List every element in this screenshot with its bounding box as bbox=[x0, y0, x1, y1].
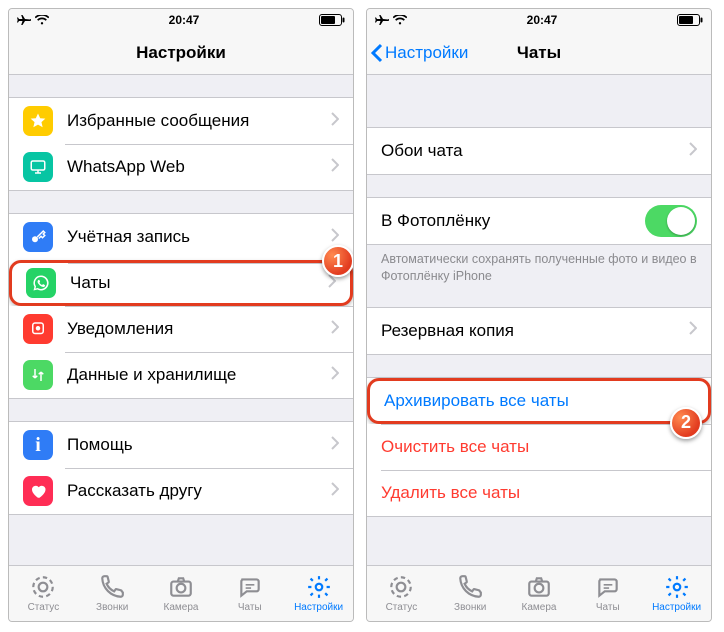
airplane-icon bbox=[375, 14, 389, 26]
row-label: В Фотоплёнку bbox=[381, 211, 645, 231]
phone-chats-settings: 20:47 Настройки Чаты Обои чата В Фотоплё… bbox=[366, 8, 712, 622]
chevron-right-icon bbox=[331, 482, 339, 501]
row-clear-all[interactable]: Очистить все чаты bbox=[367, 424, 711, 470]
tab-settings[interactable]: Настройки bbox=[642, 566, 711, 621]
tabbar: Статус Звонки Камера Чаты Настройки bbox=[367, 565, 711, 621]
tab-camera[interactable]: Камера bbox=[505, 566, 574, 621]
chevron-right-icon bbox=[331, 112, 339, 131]
monitor-icon bbox=[23, 152, 53, 182]
info-icon: i bbox=[23, 430, 53, 460]
navbar: Настройки bbox=[9, 31, 353, 75]
camera-roll-note: Автоматически сохранять полученные фото … bbox=[367, 245, 711, 285]
tab-chats[interactable]: Чаты bbox=[573, 566, 642, 621]
row-chats[interactable]: Чаты 1 bbox=[9, 260, 353, 306]
row-starred[interactable]: Избранные сообщения bbox=[9, 98, 353, 144]
tabbar: Статус Звонки Камера Чаты Настройки bbox=[9, 565, 353, 621]
tab-settings[interactable]: Настройки bbox=[284, 566, 353, 621]
row-account[interactable]: Учётная запись bbox=[9, 214, 353, 260]
row-label: WhatsApp Web bbox=[67, 157, 331, 177]
row-tell-friend[interactable]: Рассказать другу bbox=[9, 468, 353, 514]
airplane-icon bbox=[17, 14, 31, 26]
row-data-storage[interactable]: Данные и хранилище bbox=[9, 352, 353, 398]
key-icon bbox=[23, 222, 53, 252]
whatsapp-icon bbox=[26, 268, 56, 298]
page-title: Настройки bbox=[9, 43, 353, 63]
tab-status[interactable]: Статус bbox=[367, 566, 436, 621]
battery-icon bbox=[677, 14, 703, 26]
statusbar-time: 20:47 bbox=[169, 13, 200, 27]
back-button[interactable]: Настройки bbox=[367, 43, 468, 63]
wifi-icon bbox=[35, 15, 49, 25]
statusbar: 20:47 bbox=[9, 9, 353, 31]
row-label: Учётная запись bbox=[67, 227, 331, 247]
row-label: Уведомления bbox=[67, 319, 331, 339]
row-label: Чаты bbox=[70, 273, 328, 293]
settings-content[interactable]: Избранные сообщения WhatsApp Web Учётная… bbox=[9, 75, 353, 565]
row-archive-all[interactable]: Архивировать все чаты 2 bbox=[367, 378, 711, 424]
row-whatsapp-web[interactable]: WhatsApp Web bbox=[9, 144, 353, 190]
battery-icon bbox=[319, 14, 345, 26]
chevron-right-icon bbox=[689, 321, 697, 340]
bell-icon bbox=[23, 314, 53, 344]
chevron-right-icon bbox=[331, 436, 339, 455]
row-label: Удалить все чаты bbox=[381, 483, 697, 503]
toggle-camera-roll[interactable] bbox=[645, 205, 697, 237]
row-label: Помощь bbox=[67, 435, 331, 455]
row-delete-all[interactable]: Удалить все чаты bbox=[367, 470, 711, 516]
tab-status[interactable]: Статус bbox=[9, 566, 78, 621]
heart-icon bbox=[23, 476, 53, 506]
row-camera-roll: В Фотоплёнку bbox=[367, 198, 711, 244]
row-label: Очистить все чаты bbox=[381, 437, 697, 457]
chevron-right-icon bbox=[331, 366, 339, 385]
chevron-right-icon bbox=[331, 320, 339, 339]
row-label: Архивировать все чаты bbox=[384, 391, 694, 411]
navbar: Настройки Чаты bbox=[367, 31, 711, 75]
row-help[interactable]: i Помощь bbox=[9, 422, 353, 468]
row-label: Рассказать другу bbox=[67, 481, 331, 501]
row-label: Резервная копия bbox=[381, 321, 689, 341]
annotation-badge-1: 1 bbox=[322, 245, 353, 277]
tab-calls[interactable]: Звонки bbox=[436, 566, 505, 621]
arrows-icon bbox=[23, 360, 53, 390]
phone-settings: 20:47 Настройки Избранные сообщения What… bbox=[8, 8, 354, 622]
row-label: Данные и хранилище bbox=[67, 365, 331, 385]
tab-camera[interactable]: Камера bbox=[147, 566, 216, 621]
row-backup[interactable]: Резервная копия bbox=[367, 308, 711, 354]
chevron-left-icon bbox=[371, 43, 383, 63]
chevron-right-icon bbox=[331, 158, 339, 177]
row-label: Обои чата bbox=[381, 141, 689, 161]
tab-calls[interactable]: Звонки bbox=[78, 566, 147, 621]
wifi-icon bbox=[393, 15, 407, 25]
statusbar-time: 20:47 bbox=[527, 13, 558, 27]
chevron-right-icon bbox=[689, 142, 697, 161]
star-icon bbox=[23, 106, 53, 136]
chats-settings-content[interactable]: Обои чата В Фотоплёнку Автоматически сох… bbox=[367, 75, 711, 565]
annotation-badge-2: 2 bbox=[670, 407, 702, 439]
statusbar: 20:47 bbox=[367, 9, 711, 31]
row-label: Избранные сообщения bbox=[67, 111, 331, 131]
row-notifications[interactable]: Уведомления bbox=[9, 306, 353, 352]
row-wallpaper[interactable]: Обои чата bbox=[367, 128, 711, 174]
chevron-right-icon bbox=[331, 228, 339, 247]
tab-chats[interactable]: Чаты bbox=[215, 566, 284, 621]
